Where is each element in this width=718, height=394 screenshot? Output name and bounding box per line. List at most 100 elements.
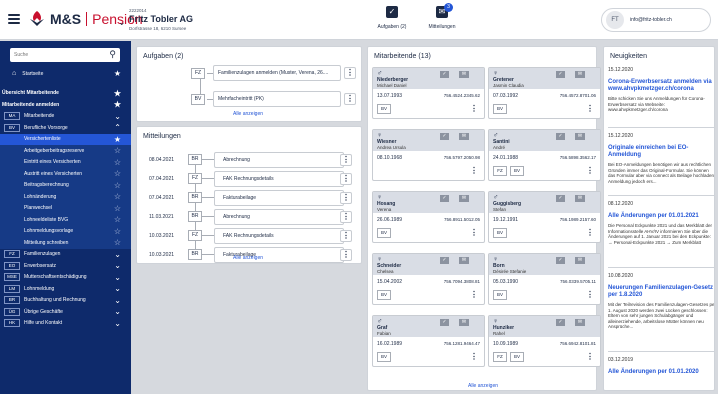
star-icon[interactable]: ★ (114, 89, 121, 98)
star-outline-icon[interactable]: ☆ (114, 204, 121, 213)
star-outline-icon[interactable]: ☆ (114, 238, 121, 247)
checkbox-icon[interactable]: ✓ (440, 133, 449, 140)
sidebar-item[interactable]: Arbeitgeberbeitragsreserve ☆ (0, 145, 131, 157)
employee-card[interactable]: ♂ ✓ ✉ Graf Fabian 16.02.1989 756.1281.9464.47 B… (372, 315, 485, 367)
hamburger-menu-icon[interactable] (8, 14, 20, 24)
employee-card[interactable]: ♂ ✓ ✉ Niederberger Michael Daniel 13.07.1993 7… (372, 67, 485, 119)
tasks-button[interactable]: ✓ Aufgaben (2) (370, 6, 414, 30)
chevron-down-icon[interactable]: ⌄ (114, 319, 121, 328)
sidebar-item[interactable]: FZ Familienzulagen ⌄ (0, 249, 131, 261)
news-item[interactable]: 10.08.2020 Neuerungen Familienzulagen-Ges… (608, 273, 714, 330)
sidebar-item[interactable]: MSE Mutterschaftsentschädigung ⌄ (0, 272, 131, 284)
sidebar-item[interactable]: MA Mitarbeitende ⌄ (0, 111, 131, 123)
more-options-icon[interactable]: ⋮ (586, 104, 594, 114)
sidebar-item[interactable]: Mitarbeitende anmelden ★ (0, 99, 131, 111)
sidebar-item[interactable]: Versichertenliste ★ (0, 133, 131, 145)
star-outline-icon[interactable]: ☆ (114, 192, 121, 201)
employee-card[interactable]: ♂ ✓ ✉ Santini André 24.01.1988 756.5898.3562.1… (488, 129, 601, 181)
mail-icon[interactable]: ✉ (575, 71, 585, 78)
more-options-icon[interactable]: ⋮ (586, 352, 594, 362)
sidebar-item[interactable]: Planwechsel ☆ (0, 202, 131, 214)
mail-icon[interactable]: ✉ (575, 195, 585, 202)
mail-icon[interactable]: ✉ (575, 319, 585, 326)
employee-card[interactable]: ♀ ✓ ✉ Wiesner Andrea Ursula 08.10.1968 756.579… (372, 129, 485, 181)
chevron-down-icon[interactable]: ⌄ (118, 17, 126, 28)
sidebar-item[interactable]: Austritt eines Versicherten ☆ (0, 168, 131, 180)
chevron-down-icon[interactable]: ⌄ (114, 250, 121, 259)
more-options-icon[interactable]: ⋮ (470, 352, 478, 362)
chevron-down-icon[interactable]: ⌄ (114, 273, 121, 282)
more-options-icon[interactable]: ⋮ (470, 290, 478, 300)
news-item[interactable]: 08.12.2020 Alle Änderungen per 01.01.2021… (608, 201, 714, 245)
messages-show-all-link[interactable]: Alle anzeigen (233, 255, 263, 261)
sidebar-item[interactable]: Mitteilung schreiben ☆ (0, 237, 131, 249)
checkbox-icon[interactable]: ✓ (556, 133, 565, 140)
employee-card[interactable]: ♂ ✓ ✉ Guggisberg Stefan 19.12.1991 756.1989.21… (488, 191, 601, 243)
star-outline-icon[interactable]: ☆ (114, 215, 121, 224)
chevron-down-icon[interactable]: ⌄ (114, 284, 121, 293)
more-options-icon[interactable]: ⋮ (470, 104, 478, 114)
sidebar-item[interactable]: Übersicht Mitarbeitende ★ (0, 88, 131, 100)
more-options-icon[interactable]: ⋮ (470, 228, 478, 238)
message-subject[interactable]: Abrechnung (214, 152, 344, 168)
checkbox-icon[interactable]: ✓ (440, 71, 449, 78)
message-subject[interactable]: Abrechnung (214, 209, 344, 225)
search-icon[interactable]: ⚲ (109, 50, 116, 59)
more-options-icon[interactable]: ⋮ (340, 230, 352, 242)
mail-icon[interactable]: ✉ (459, 195, 469, 202)
star-outline-icon[interactable]: ☆ (114, 227, 121, 236)
news-headline[interactable]: Alle Änderungen per 01.01.2020 (608, 369, 714, 376)
more-options-icon[interactable]: ⋮ (340, 211, 352, 223)
checkbox-icon[interactable]: ✓ (556, 71, 565, 78)
sidebar-item[interactable]: Lohneeldeliste BVG ☆ (0, 214, 131, 226)
message-subject[interactable]: FAK Rechnungsdetails (214, 228, 344, 244)
sidebar-item[interactable]: Lohnänderung ☆ (0, 191, 131, 203)
task-item[interactable]: Mehrfacheintritt (PK) (213, 91, 341, 107)
sidebar-item[interactable]: ⌂ Startseite ★ (0, 68, 131, 80)
star-icon[interactable]: ★ (114, 69, 121, 78)
employee-card[interactable]: ♀ ✓ ✉ Hunziker Rahel 10.09.1989 756.6942.8101.… (488, 315, 601, 367)
sidebar-item[interactable]: LM Lohnmeldung ⌄ (0, 283, 131, 295)
more-options-icon[interactable]: ⋮ (586, 166, 594, 176)
sidebar-item[interactable]: Beitragsberechnung ☆ (0, 179, 131, 191)
more-options-icon[interactable]: ⋮ (586, 290, 594, 300)
star-icon[interactable]: ★ (114, 100, 121, 109)
star-outline-icon[interactable]: ☆ (114, 158, 121, 167)
mail-icon[interactable]: ✉ (459, 319, 469, 326)
sidebar-item[interactable]: Lohnmeldungsvorlage ☆ (0, 225, 131, 237)
employee-card[interactable]: ♀ ✓ ✉ Gretener Jasmin Claudia 07.03.1992 756.4… (488, 67, 601, 119)
chevron-down-icon[interactable]: ⌄ (114, 261, 121, 270)
chevron-up-icon[interactable]: ⌃ (114, 123, 121, 132)
mail-icon[interactable]: ✉ (459, 71, 469, 78)
more-options-icon[interactable]: ⋮ (340, 192, 352, 204)
tasks-show-all-link[interactable]: Alle anzeigen (233, 111, 263, 117)
star-outline-icon[interactable]: ☆ (114, 181, 121, 190)
mail-icon[interactable]: ✉ (459, 133, 469, 140)
more-options-icon[interactable]: ⋮ (344, 93, 356, 105)
sidebar-item[interactable]: BV Berufliche Vorsorge ⌃ (0, 122, 131, 134)
search-input[interactable] (14, 49, 104, 61)
sidebar-item[interactable]: Eintritt eines Versicherten ☆ (0, 156, 131, 168)
employee-card[interactable]: ♀ ✓ ✉ Schneider Chelsea 15.04.2002 756.7094.38… (372, 253, 485, 305)
checkbox-icon[interactable]: ✓ (440, 319, 449, 326)
sidebar-item[interactable]: BR Buchhaltung und Rechnung ⌄ (0, 295, 131, 307)
sidebar-item[interactable]: HK Hilfe und Kontakt ⌄ (0, 318, 131, 330)
checkbox-icon[interactable]: ✓ (556, 195, 565, 202)
news-headline[interactable]: Originale einreichen bei EO-Anmeldung (608, 145, 714, 159)
more-options-icon[interactable]: ⋮ (344, 67, 356, 79)
employee-card[interactable]: ♀ ✓ ✉ Hosang Verena 26.06.1989 756.8911.5012.0… (372, 191, 485, 243)
mail-icon[interactable]: ✉ (575, 257, 585, 264)
star-outline-icon[interactable]: ☆ (114, 169, 121, 178)
mail-icon[interactable]: ✉ (459, 257, 469, 264)
news-headline[interactable]: Alle Änderungen per 01.01.2021 (608, 213, 714, 220)
user-menu[interactable]: FT info@fritz-tobler.ch (601, 8, 711, 32)
star-outline-icon[interactable]: ☆ (114, 146, 121, 155)
chevron-down-icon[interactable]: ⌄ (114, 296, 121, 305)
more-options-icon[interactable]: ⋮ (340, 249, 352, 261)
employee-card[interactable]: ♀ ✓ ✉ Born Désirée Stefanie 05.03.1990 756.033… (488, 253, 601, 305)
news-headline[interactable]: Corona-Erwerbsersatz anmelden via www.ah… (608, 79, 714, 93)
sidebar-item[interactable]: ÜG Übrige Geschäfte ⌄ (0, 306, 131, 318)
more-options-icon[interactable]: ⋮ (340, 154, 352, 166)
star-icon[interactable]: ★ (114, 135, 121, 144)
employees-show-all-link[interactable]: Alle anzeigen (468, 383, 498, 389)
